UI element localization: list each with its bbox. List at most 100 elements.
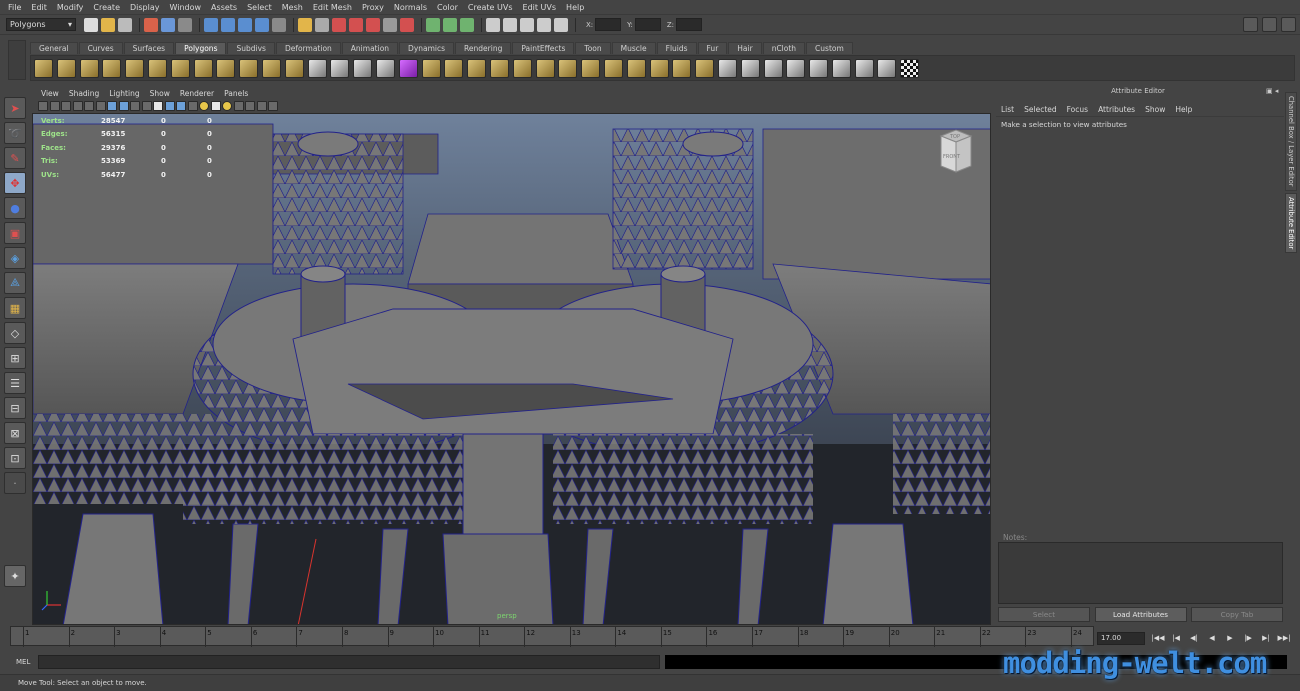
planar-map-icon[interactable] bbox=[740, 58, 760, 78]
menu-assets[interactable]: Assets bbox=[206, 3, 242, 12]
move-tool-icon[interactable]: ✥ bbox=[4, 172, 26, 194]
load-attributes-button[interactable]: Load Attributes bbox=[1094, 607, 1187, 622]
spherical-map-icon[interactable] bbox=[786, 58, 806, 78]
viewport-menu-lighting[interactable]: Lighting bbox=[104, 89, 144, 98]
ae-menu-focus[interactable]: Focus bbox=[1062, 105, 1093, 114]
open-scene-icon[interactable] bbox=[101, 17, 115, 32]
layout-render-icon[interactable]: ⊡ bbox=[4, 447, 26, 469]
menu-window[interactable]: Window bbox=[165, 3, 207, 12]
bridge-icon[interactable] bbox=[603, 58, 623, 78]
xray-icon[interactable] bbox=[141, 101, 152, 111]
scale-tool-icon[interactable]: ▣ bbox=[4, 222, 26, 244]
average-icon[interactable] bbox=[421, 58, 441, 78]
go-to-end-button[interactable]: ▶▶| bbox=[1276, 631, 1292, 645]
play-forwards-button[interactable]: ▶ bbox=[1222, 631, 1238, 645]
soft-modification-icon[interactable]: ⟁ bbox=[4, 272, 26, 294]
sphere-icon[interactable] bbox=[34, 58, 53, 78]
layout-two-icon[interactable] bbox=[460, 17, 474, 32]
menu-set-selector[interactable]: Polygons ▾ bbox=[6, 18, 76, 31]
menu-help[interactable]: Help bbox=[561, 3, 589, 12]
viewport-menu-renderer[interactable]: Renderer bbox=[175, 89, 219, 98]
tab-general[interactable]: General bbox=[30, 42, 78, 54]
select-component-icon[interactable] bbox=[178, 17, 192, 32]
toggle-channel-box-icon[interactable] bbox=[1281, 17, 1296, 32]
viewport-menu-view[interactable]: View bbox=[36, 89, 64, 98]
tab-toon[interactable]: Toon bbox=[575, 42, 611, 54]
tab-fluids[interactable]: Fluids bbox=[656, 42, 697, 54]
viewport-menu-shading[interactable]: Shading bbox=[64, 89, 104, 98]
menu-edit-uvs[interactable]: Edit UVs bbox=[518, 3, 562, 12]
torus-icon[interactable] bbox=[147, 58, 167, 78]
menu-edit-mesh[interactable]: Edit Mesh bbox=[308, 3, 357, 12]
menu-mesh[interactable]: Mesh bbox=[277, 3, 308, 12]
bevel-icon[interactable] bbox=[626, 58, 646, 78]
toggle-attribute-editor-icon[interactable] bbox=[1243, 17, 1258, 32]
tab-muscle[interactable]: Muscle bbox=[611, 42, 656, 54]
rotate-tool-icon[interactable]: ● bbox=[4, 197, 26, 219]
ae-menu-attributes[interactable]: Attributes bbox=[1093, 105, 1140, 114]
help-icon[interactable] bbox=[383, 17, 397, 32]
shadows-icon[interactable] bbox=[176, 101, 186, 111]
select-tool-icon[interactable]: ➤ bbox=[4, 97, 26, 119]
ncloth-create-icon[interactable] bbox=[854, 58, 874, 78]
menu-display[interactable]: Display bbox=[125, 3, 165, 12]
lock-icon[interactable] bbox=[298, 17, 312, 32]
wireframe-on-shaded-icon[interactable] bbox=[130, 101, 140, 111]
offset-loop-icon[interactable] bbox=[558, 58, 578, 78]
mirror-icon[interactable] bbox=[444, 58, 464, 78]
ae-menu-help[interactable]: Help bbox=[1170, 105, 1197, 114]
graph-editor-icon[interactable] bbox=[503, 17, 517, 32]
extract-icon[interactable] bbox=[353, 58, 373, 78]
resolution-gate-icon[interactable] bbox=[233, 101, 244, 111]
wireframe-icon[interactable] bbox=[107, 101, 117, 111]
attribute-icon[interactable] bbox=[554, 17, 568, 32]
snap-grid-icon[interactable] bbox=[204, 17, 218, 32]
hypergraph-icon[interactable] bbox=[520, 17, 534, 32]
tab-deformation[interactable]: Deformation bbox=[275, 42, 341, 54]
boolean-icon[interactable] bbox=[375, 58, 395, 78]
layout-hypershade-icon[interactable]: ⊠ bbox=[4, 422, 26, 444]
ae-menu-list[interactable]: List bbox=[996, 105, 1019, 114]
hypershade-icon[interactable] bbox=[400, 17, 414, 32]
tab-surfaces[interactable]: Surfaces bbox=[123, 42, 175, 54]
save-scene-icon[interactable] bbox=[118, 17, 132, 32]
select-hierarchy-icon[interactable] bbox=[144, 17, 158, 32]
soccer-ball-icon[interactable] bbox=[261, 58, 281, 78]
menu-create-uvs[interactable]: Create UVs bbox=[463, 3, 518, 12]
tab-hair[interactable]: Hair bbox=[728, 42, 762, 54]
make-live-icon[interactable] bbox=[272, 17, 286, 32]
tab-rendering[interactable]: Rendering bbox=[455, 42, 512, 54]
render-view-icon[interactable] bbox=[537, 17, 551, 32]
camera-attributes-icon[interactable] bbox=[49, 101, 60, 111]
cylinder-icon[interactable] bbox=[79, 58, 99, 78]
delete-edge-icon[interactable] bbox=[672, 58, 692, 78]
universal-manipulator-icon[interactable]: ◈ bbox=[4, 247, 26, 269]
layout-outliner-icon[interactable]: ☰ bbox=[4, 372, 26, 394]
lasso-tool-icon[interactable]: ➰ bbox=[4, 122, 26, 144]
menu-create[interactable]: Create bbox=[88, 3, 125, 12]
sculpt-icon[interactable] bbox=[695, 58, 715, 78]
cube-icon[interactable] bbox=[56, 58, 76, 78]
layout-single-icon[interactable] bbox=[426, 17, 440, 32]
default-light-icon[interactable] bbox=[199, 101, 209, 111]
tab-subdivs[interactable]: Subdivs bbox=[227, 42, 275, 54]
tab-painteffects[interactable]: PaintEffects bbox=[512, 42, 575, 54]
layout-graph-icon[interactable]: ⊟ bbox=[4, 397, 26, 419]
ipr-render-icon[interactable] bbox=[349, 17, 363, 32]
render-icon[interactable] bbox=[332, 17, 346, 32]
menu-select[interactable]: Select bbox=[242, 3, 277, 12]
ae-menu-selected[interactable]: Selected bbox=[1019, 105, 1062, 114]
perspective-viewport[interactable]: Verts: 28547 0 0 Edges: 56315 0 0 Faces: 29376 0 0 T… bbox=[32, 113, 991, 625]
menu-modify[interactable]: Modify bbox=[52, 3, 89, 12]
new-scene-icon[interactable] bbox=[84, 17, 98, 32]
combine-icon[interactable] bbox=[307, 58, 327, 78]
tab-attribute-editor[interactable]: Attribute Editor bbox=[1285, 192, 1297, 253]
tab-curves[interactable]: Curves bbox=[78, 42, 123, 54]
smooth-icon[interactable] bbox=[398, 58, 418, 78]
textured-icon[interactable] bbox=[153, 101, 163, 111]
menu-normals[interactable]: Normals bbox=[389, 3, 432, 12]
bookmarks-icon[interactable] bbox=[61, 101, 71, 111]
mel-command-input[interactable] bbox=[38, 655, 660, 669]
show-manipulator-icon[interactable]: ▦ bbox=[4, 297, 26, 319]
cloth-collide-icon[interactable] bbox=[877, 58, 897, 78]
